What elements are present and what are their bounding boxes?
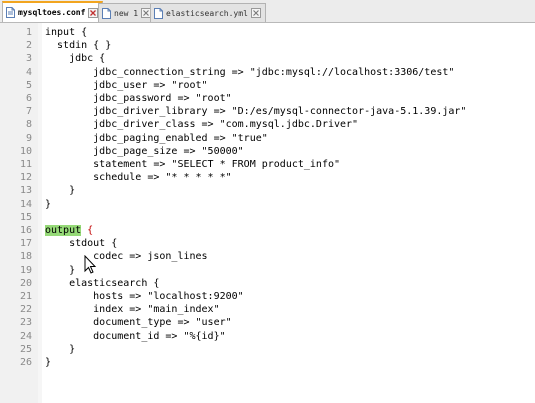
line-number: 23 — [19, 317, 32, 329]
line-number: 7 — [25, 106, 32, 118]
line-number: 9 — [25, 132, 32, 144]
code-line[interactable]: } — [45, 343, 75, 356]
tab-mysqltoes-conf[interactable]: mysqltoes.conf — [2, 1, 104, 22]
code-line[interactable]: jdbc_driver_class => "com.mysql.jdbc.Dri… — [45, 118, 358, 131]
line-number: 17 — [19, 238, 32, 250]
code-line[interactable]: schedule => "* * * * *" — [45, 171, 231, 184]
line-number: 2 — [25, 40, 32, 52]
line-number: 12 — [19, 172, 32, 184]
code-line[interactable]: jdbc { — [45, 52, 105, 65]
code-line[interactable]: index => "main_index" — [45, 303, 219, 316]
line-number: 14 — [19, 198, 32, 210]
line-number: 20 — [19, 277, 32, 289]
code-line[interactable]: input { — [45, 26, 87, 39]
code-line[interactable]: jdbc_user => "root" — [45, 79, 207, 92]
code-line[interactable]: } — [45, 184, 75, 197]
code-line[interactable]: stdin { } — [45, 39, 111, 52]
brace-match: { — [87, 225, 94, 236]
tab-label: new 1 — [114, 8, 139, 18]
tab-label: mysqltoes.conf — [18, 8, 86, 17]
line-number: 25 — [19, 343, 32, 355]
tab-bar: mysqltoes.conf new 1 elasticsearch.yml — [0, 0, 535, 23]
mouse-pointer-icon — [84, 254, 100, 277]
word-highlight: output — [45, 225, 82, 236]
code-line-highlighted[interactable]: output { — [45, 224, 93, 237]
code-line[interactable]: jdbc_page_size => "50000" — [45, 145, 244, 158]
line-number: 10 — [19, 145, 32, 157]
line-number: 22 — [19, 304, 32, 316]
line-number: 21 — [19, 291, 32, 302]
code-line[interactable]: jdbc_password => "root" — [45, 92, 231, 105]
line-number: 13 — [19, 185, 32, 197]
code-line[interactable]: document_id => "%{id}" — [45, 330, 225, 343]
code-line[interactable]: statement => "SELECT * FROM product_info… — [45, 158, 340, 171]
file-icon — [154, 7, 163, 19]
line-number: 5 — [25, 79, 32, 91]
code-line[interactable]: hosts => "localhost:9200" — [45, 290, 244, 303]
line-number: 4 — [25, 66, 32, 78]
code-line[interactable]: jdbc_connection_string => "jdbc:mysql://… — [45, 66, 454, 79]
close-icon[interactable] — [250, 8, 261, 18]
code-line[interactable]: elasticsearch { — [45, 277, 159, 290]
line-number: 19 — [19, 264, 32, 276]
line-number-gutter: 1 2 3 4 5 6 7 8 9 10 11 12 13 14 15 16 1… — [0, 23, 39, 403]
line-number: 6 — [25, 93, 32, 104]
tab-label: elasticsearch.yml — [166, 8, 248, 18]
line-number: 3 — [25, 53, 32, 65]
line-number: 1 — [25, 27, 32, 38]
tab-elasticsearch-yml[interactable]: elasticsearch.yml — [150, 3, 266, 22]
tab-new-1[interactable]: new 1 — [98, 3, 157, 22]
line-number: 11 — [19, 159, 32, 170]
close-icon[interactable] — [88, 7, 99, 18]
code-line[interactable]: codec => json_lines — [45, 250, 207, 263]
code-line[interactable]: jdbc_paging_enabled => "true" — [45, 132, 268, 145]
line-number: 8 — [25, 119, 32, 131]
file-icon — [102, 7, 111, 19]
code-line[interactable]: } — [45, 356, 51, 369]
code-line[interactable]: } — [45, 198, 51, 211]
code-line[interactable]: document_type => "user" — [45, 316, 231, 329]
line-number: 15 — [19, 211, 32, 223]
line-number: 26 — [19, 357, 32, 368]
code-line[interactable]: } — [45, 264, 75, 277]
code-line[interactable]: jdbc_driver_library => "D:/es/mysql-conn… — [45, 105, 466, 118]
code-editor[interactable]: 1 2 3 4 5 6 7 8 9 10 11 12 13 14 15 16 1… — [0, 23, 535, 403]
line-number: 24 — [19, 330, 32, 342]
line-number: 16 — [19, 225, 32, 236]
code-line[interactable]: stdout { — [45, 237, 117, 250]
fold-margin[interactable] — [38, 23, 42, 403]
file-icon — [6, 7, 15, 18]
line-number: 18 — [19, 251, 32, 263]
